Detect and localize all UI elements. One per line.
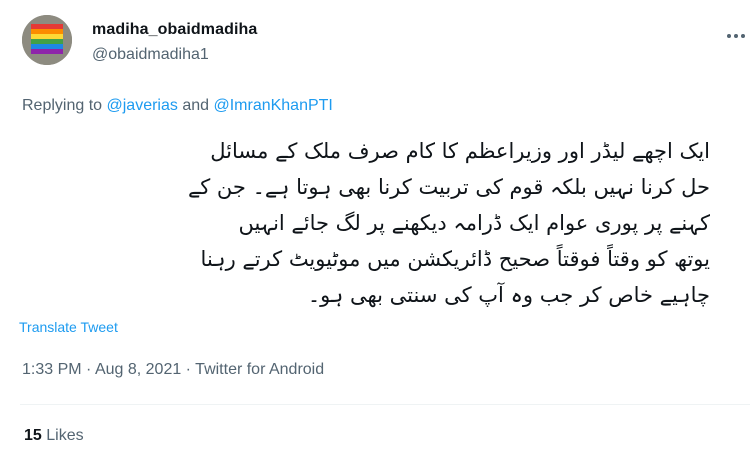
avatar-stripe (31, 39, 63, 44)
tweet-meta: 1:33 PM · Aug 8, 2021 · Twitter for Andr… (22, 361, 324, 379)
avatar-stripe (31, 34, 63, 39)
more-dot (727, 34, 731, 38)
more-options-icon[interactable] (724, 30, 748, 42)
avatar-stripe (31, 44, 63, 49)
avatar-stripe (31, 29, 63, 34)
mention-javerias[interactable]: @javerias (107, 97, 178, 114)
replying-to-label: Replying to (22, 97, 107, 114)
replying-to-and: and (177, 97, 214, 114)
more-dot (741, 34, 745, 38)
mention-imrankhanpti[interactable]: @ImranKhanPTI (213, 97, 332, 114)
likes-number: 15 (24, 427, 42, 444)
tweet-text: ایک اچھے لیڈر اور وزیراعظم کا کام صرف مل… (20, 133, 710, 313)
tweet-date[interactable]: Aug 8, 2021 (95, 361, 181, 378)
avatar[interactable] (22, 15, 72, 65)
replying-to: Replying to @javerias and @ImranKhanPTI (22, 97, 333, 115)
tweet-line: کہنے پر پوری عوام ایک ڈرامہ دیکھنے پر لگ… (238, 211, 710, 235)
tweet-line: چاہیے خاص کر جب وہ آپ کی سنتی بھی ہو۔ (307, 283, 710, 307)
avatar-stripe (31, 24, 63, 29)
tweet-time[interactable]: 1:33 PM (22, 361, 82, 378)
tweet-source[interactable]: Twitter for Android (195, 361, 324, 378)
avatar-image (22, 15, 72, 65)
translate-tweet-link[interactable]: Translate Tweet (19, 319, 118, 335)
tweet-line: حل کرنا نہیں بلکہ قوم کی تربیت کرنا بھی … (187, 175, 710, 199)
likes-label: Likes (46, 427, 84, 444)
divider (20, 404, 750, 405)
avatar-stripe (31, 49, 63, 54)
likes-count[interactable]: 15 Likes (24, 427, 84, 445)
more-dot (734, 34, 738, 38)
tweet-line: یوتھ کو وقتاً فوقتاً صحیح ڈائریکشن میں م… (200, 247, 710, 271)
meta-separator: · (81, 361, 95, 378)
tweet-line: ایک اچھے لیڈر اور وزیراعظم کا کام صرف مل… (210, 139, 710, 163)
user-handle[interactable]: @obaidmadiha1 (92, 46, 209, 64)
display-name[interactable]: madiha_obaidmadiha (92, 21, 257, 39)
meta-separator: · (181, 361, 196, 378)
